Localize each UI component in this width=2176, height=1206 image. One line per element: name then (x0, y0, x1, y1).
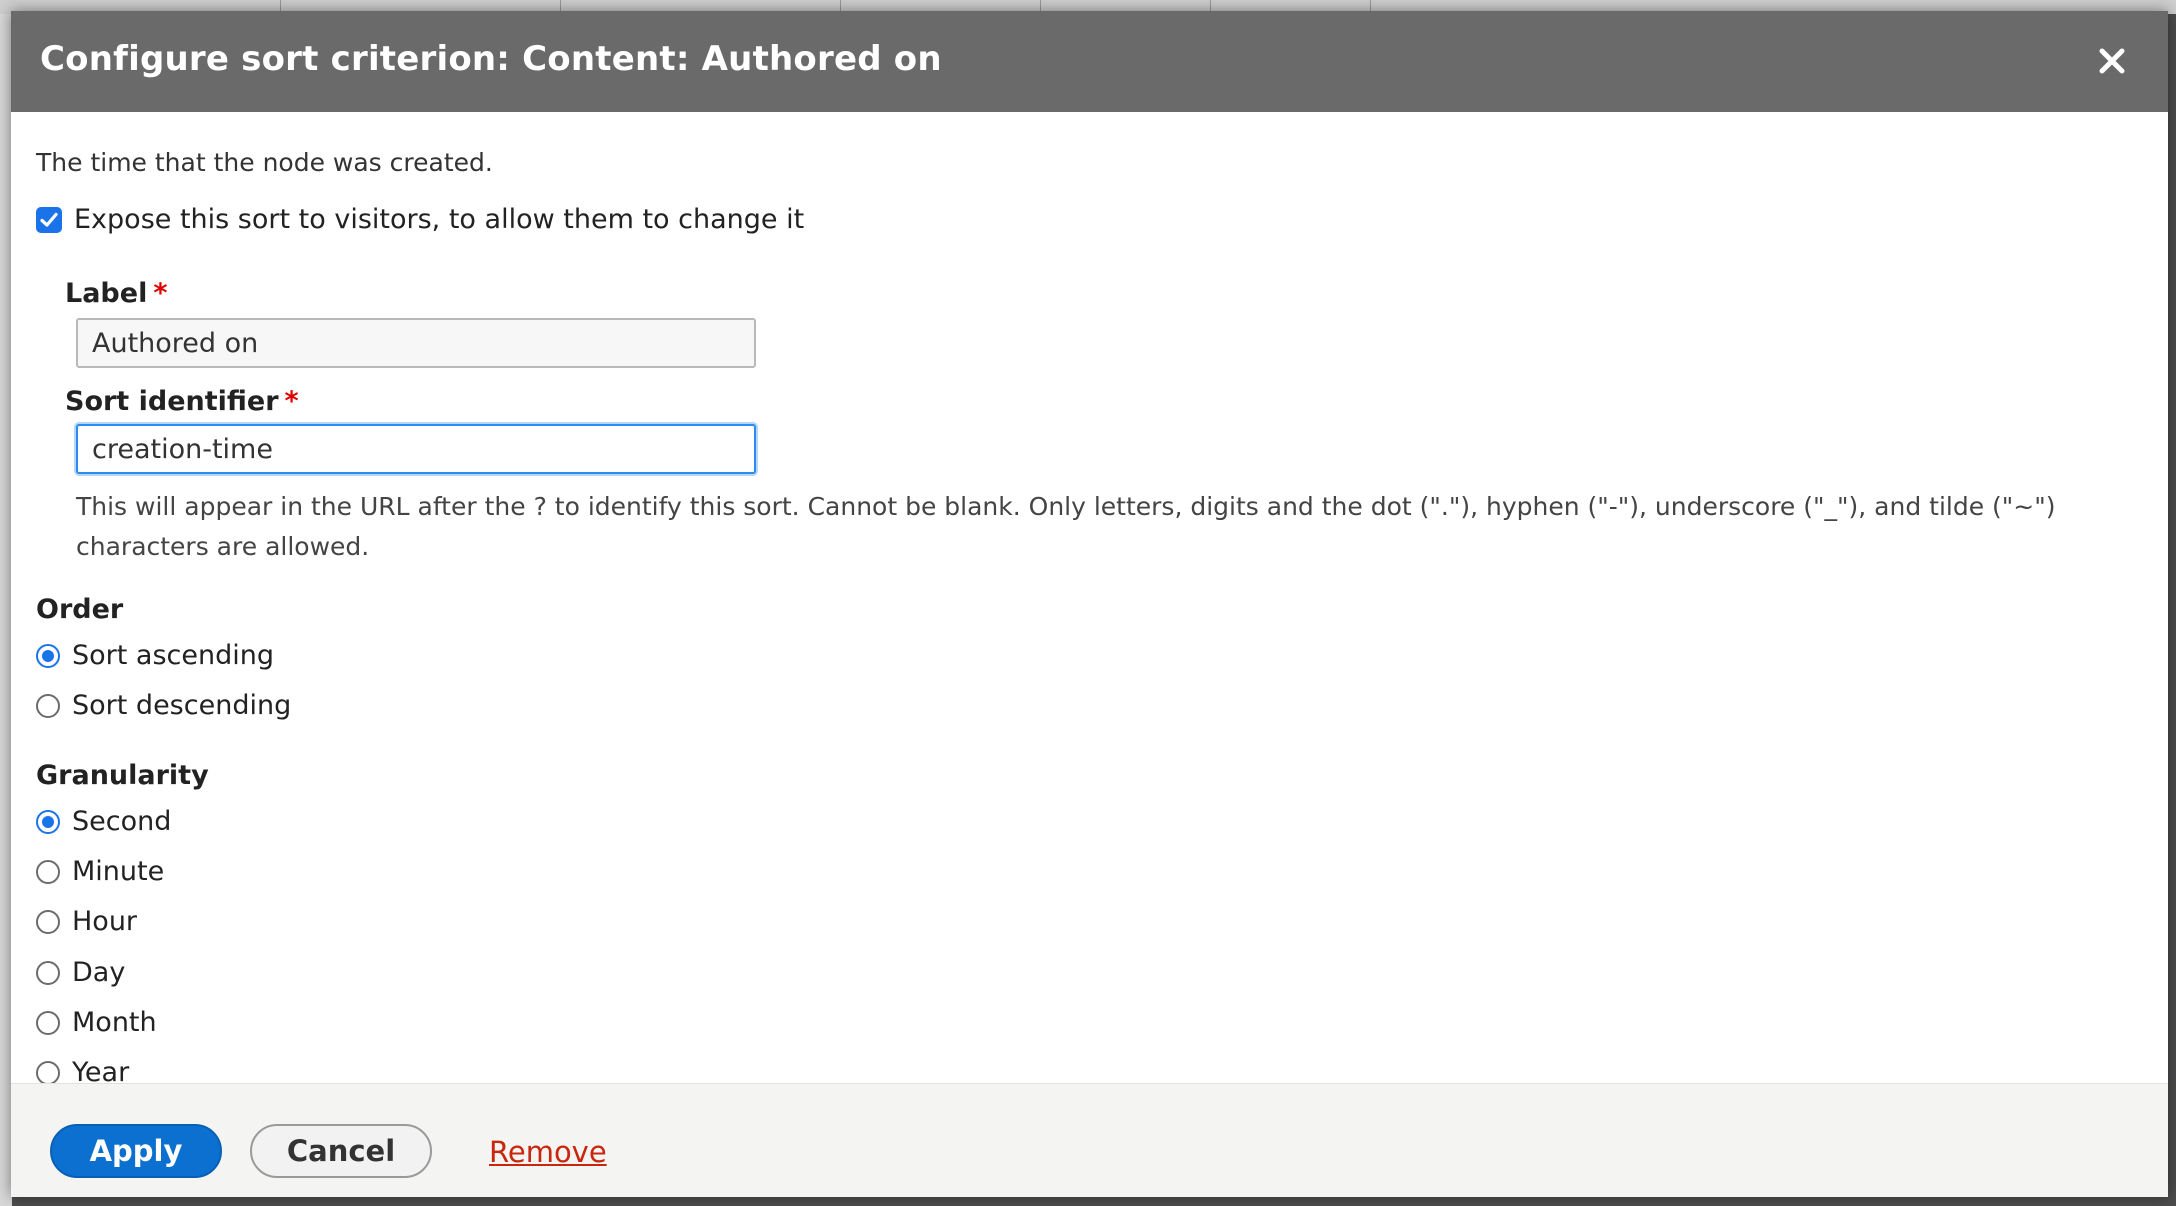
sort-identifier-label: Sort identifier * (65, 386, 299, 417)
required-marker: * (284, 386, 299, 417)
expose-sort-label: Expose this sort to visitors, to allow t… (74, 204, 805, 235)
radio-label: Day (72, 957, 126, 988)
radio-granularity-second[interactable]: Second (36, 806, 171, 837)
configure-sort-dialog: Configure sort criterion: Content: Autho… (11, 11, 2168, 1197)
remove-link[interactable]: Remove (489, 1135, 607, 1169)
radio-label: Month (72, 1007, 157, 1038)
radio-granularity-hour[interactable]: Hour (36, 906, 137, 937)
radio-sort-ascending[interactable]: Sort ascending (36, 640, 274, 671)
radio-button[interactable] (36, 693, 60, 718)
radio-button[interactable] (36, 809, 60, 834)
radio-button[interactable] (36, 909, 60, 934)
radio-button[interactable] (36, 859, 60, 884)
radio-label: Sort ascending (72, 640, 274, 671)
radio-button[interactable] (36, 1060, 60, 1085)
sort-identifier-label-text: Sort identifier (65, 386, 279, 417)
dialog-titlebar: Configure sort criterion: Content: Autho… (11, 11, 2168, 112)
radio-label: Sort descending (72, 690, 292, 721)
expose-sort-checkbox-row[interactable]: Expose this sort to visitors, to allow t… (36, 204, 804, 235)
cancel-button[interactable]: Cancel (250, 1124, 432, 1178)
dialog-footer: Apply Cancel Remove (11, 1083, 2168, 1197)
radio-label: Second (72, 806, 172, 837)
label-field-label: Label * (65, 278, 167, 309)
radio-button[interactable] (36, 960, 60, 985)
radio-label: Hour (72, 906, 138, 937)
close-icon (2099, 48, 2125, 74)
close-button[interactable] (2092, 41, 2132, 81)
radio-label: Minute (72, 856, 165, 887)
granularity-title: Granularity (36, 760, 209, 791)
sort-identifier-help: This will appear in the URL after the ? … (76, 492, 2056, 561)
radio-button[interactable] (36, 1010, 60, 1035)
checkmark-icon (40, 212, 58, 227)
dialog-title: Configure sort criterion: Content: Autho… (40, 39, 942, 79)
label-input[interactable] (76, 318, 756, 368)
apply-button[interactable]: Apply (50, 1124, 222, 1178)
field-description: The time that the node was created. (36, 148, 493, 177)
label-field-label-text: Label (65, 278, 148, 309)
radio-granularity-day[interactable]: Day (36, 957, 125, 988)
radio-granularity-minute[interactable]: Minute (36, 856, 164, 887)
radio-button[interactable] (36, 643, 60, 668)
sort-identifier-input[interactable] (76, 424, 756, 474)
expose-sort-checkbox[interactable] (36, 206, 62, 233)
order-title: Order (36, 594, 124, 625)
radio-granularity-month[interactable]: Month (36, 1007, 157, 1038)
required-marker: * (153, 278, 168, 309)
radio-sort-descending[interactable]: Sort descending (36, 690, 291, 721)
